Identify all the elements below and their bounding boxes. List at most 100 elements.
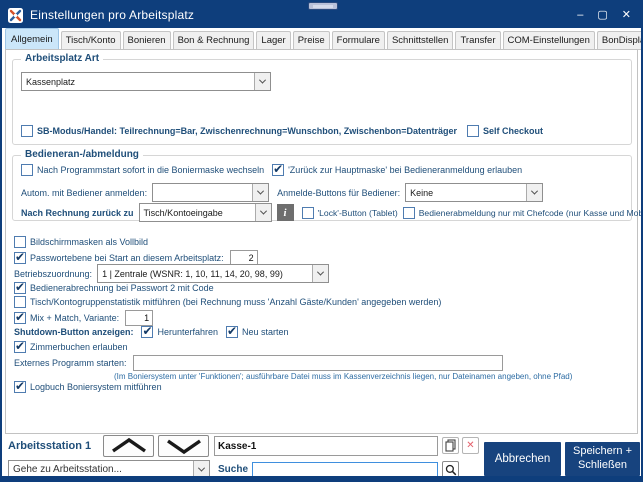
checkbox-box[interactable] (272, 162, 285, 176)
dropdown-value: Tisch/Kontoeingabe (143, 207, 223, 218)
tab-lager[interactable]: Lager (256, 31, 291, 50)
checkbox-herunterfahren[interactable]: Herunterfahren (141, 324, 219, 338)
checkbox-box[interactable] (402, 206, 415, 219)
window-controls: – ▢ ✕ (577, 9, 635, 21)
station-name-input[interactable] (214, 436, 438, 456)
checkbox-sb-modus[interactable]: SB-Modus/Handel: Teilrechnung=Bar, Zwisc… (21, 125, 457, 137)
tab-transfer[interactable]: Transfer (455, 31, 501, 50)
minimize-icon[interactable]: – (577, 9, 583, 21)
dropdown-value: Keine (410, 187, 434, 198)
maximize-icon[interactable]: ▢ (597, 9, 607, 21)
tab-bon-rechnung[interactable]: Bon & Rechnung (172, 31, 255, 50)
tab-bondisplay[interactable]: BonDisplay (596, 31, 641, 50)
delete-x-icon: ✕ (466, 439, 475, 451)
checkbox-label: 'Zurück zur Hauptmaske' bei Bedieneranme… (288, 165, 523, 175)
tabstrip: Allgemein Tisch/Konto Bonieren Bon & Rec… (5, 28, 641, 50)
tab-com-einstellungen[interactable]: COM-Einstellungen (502, 31, 595, 50)
checkbox-box[interactable] (466, 125, 479, 137)
checkbox-neu-starten[interactable]: Neu starten (226, 324, 289, 338)
checkbox-label: Passwortebene bei Start an diesem Arbeit… (30, 253, 224, 263)
checkbox-label: Bedienerabmeldung nur mit Chefcode (nur … (418, 207, 643, 218)
chevron-up-icon (111, 437, 146, 453)
externes-programm-label: Externes Programm starten: (14, 358, 127, 368)
checkbox-box[interactable] (226, 324, 239, 338)
search-button[interactable] (442, 461, 459, 476)
station-down-button[interactable] (158, 435, 209, 457)
checkbox-label: Herunterfahren (157, 327, 219, 337)
checkbox-self-checkout[interactable]: Self Checkout (466, 125, 543, 137)
screen-artifact-pill (308, 2, 338, 10)
anmelde-buttons-label: Anmelde-Buttons für Bediener: (277, 187, 401, 198)
goto-station-dropdown[interactable]: Gehe zu Arbeitsstation... (8, 460, 210, 476)
checkbox-zimmerbuchen[interactable]: Zimmerbuchen erlauben (14, 339, 128, 353)
checkbox-box[interactable] (14, 296, 26, 308)
chevron-down-icon (312, 265, 329, 282)
tab-tisch-konto[interactable]: Tisch/Konto (60, 31, 121, 50)
station-up-button[interactable] (103, 435, 154, 457)
checkbox-zurueck-hauptmaske[interactable]: 'Zurück zur Hauptmaske' bei Bedieneranme… (272, 162, 523, 176)
copy-icon (445, 439, 456, 452)
search-icon (445, 464, 456, 475)
checkbox-box[interactable] (14, 310, 26, 324)
checkbox-box[interactable] (141, 324, 154, 338)
checkbox-box[interactable] (14, 236, 26, 248)
save-close-button[interactable]: Speichern + Schließen (565, 442, 640, 476)
checkbox-chefcode[interactable]: Bedienerabmeldung nur mit Chefcode (nur … (402, 206, 643, 219)
checkbox-bedienerabrechnung[interactable]: Bedienerabrechnung bei Passwort 2 mit Co… (14, 280, 214, 294)
group-title: Bedieneran-/abmeldung (21, 149, 143, 160)
checkbox-box[interactable] (14, 379, 26, 393)
tab-formulare[interactable]: Formulare (331, 31, 385, 50)
search-input[interactable] (252, 462, 438, 476)
tab-content-allgemein: Arbeitsplatz Art Kassenplatz SB-Modus/Ha… (5, 49, 641, 434)
autom-anmelden-dropdown[interactable] (152, 183, 270, 202)
externes-programm-input[interactable] (132, 355, 503, 371)
search-label: Suche (218, 464, 249, 475)
footer-bar: Arbeitsstation 1 ✕ Gehe zu Arbeitsstatio… (2, 434, 641, 476)
chevron-down-icon (526, 184, 543, 201)
arbeitsplatz-art-dropdown[interactable]: Kassenplatz (21, 72, 271, 91)
anmelde-buttons-dropdown[interactable]: Keine (405, 183, 544, 202)
checkbox-label: Bildschirmmasken als Vollbild (30, 237, 149, 247)
checkbox-box[interactable] (14, 250, 26, 264)
chevron-down-icon (254, 204, 271, 221)
tab-bonieren[interactable]: Bonieren (122, 31, 171, 50)
group-title: Arbeitsplatz Art (21, 53, 104, 64)
checkbox-mixmatch[interactable]: Mix + Match, Variante: (14, 310, 119, 324)
checkbox-box[interactable] (14, 339, 26, 353)
chevron-down-icon (166, 439, 201, 455)
checkbox-box[interactable] (21, 125, 33, 137)
checkbox-lock-button[interactable]: 'Lock'-Button (Tablet) (301, 206, 398, 219)
cancel-button[interactable]: Abbrechen (484, 442, 561, 476)
checkbox-box[interactable] (301, 206, 314, 219)
checkbox-box[interactable] (21, 164, 33, 176)
chevron-down-icon (193, 461, 209, 476)
checkbox-bildschirmmasken[interactable]: Bildschirmmasken als Vollbild (14, 236, 148, 248)
tab-schnittstellen[interactable]: Schnittstellen (386, 31, 454, 50)
checkbox-box[interactable] (14, 280, 26, 294)
tab-allgemein[interactable]: Allgemein (5, 28, 59, 50)
betriebszuordnung-dropdown[interactable]: 1 | Zentrale (WSNR: 1, 10, 11, 14, 20, 9… (97, 264, 330, 283)
copy-button[interactable] (442, 437, 459, 454)
checkbox-label: Bedienerabrechnung bei Passwort 2 mit Co… (30, 283, 214, 293)
delete-button[interactable]: ✕ (462, 437, 479, 454)
checkbox-label: Logbuch Boniersystem mitführen (30, 382, 162, 392)
checkbox-label: Neu starten (242, 327, 289, 337)
checkbox-tischstatistik[interactable]: Tisch/Kontogruppenstatistik mitführen (b… (14, 296, 441, 308)
settings-dialog: Einstellungen pro Arbeitsplatz – ▢ ✕ All… (0, 0, 643, 482)
checkbox-nach-programmstart[interactable]: Nach Programmstart sofort in die Bonierm… (21, 164, 264, 176)
checkbox-logbuch[interactable]: Logbuch Boniersystem mitführen (14, 379, 162, 393)
info-button[interactable]: i (276, 204, 294, 221)
app-icon (8, 7, 23, 23)
betriebszuordnung-label: Betriebszuordnung: (14, 268, 93, 279)
chevron-down-icon (254, 73, 270, 90)
checkbox-passwortebene[interactable]: Passwortebene bei Start an diesem Arbeit… (14, 250, 224, 264)
dropdown-value (153, 184, 252, 201)
externes-programm-hint: (Im Boniersystem unter 'Funktionen'; aus… (114, 372, 573, 381)
autom-anmelden-label: Autom. mit Bediener anmelden: (21, 187, 148, 198)
close-icon[interactable]: ✕ (622, 9, 631, 21)
nach-rechnung-label: Nach Rechnung zurück zu (21, 207, 134, 218)
chevron-down-icon (252, 184, 269, 201)
checkbox-label: Nach Programmstart sofort in die Bonierm… (37, 165, 265, 175)
nach-rechnung-dropdown[interactable]: Tisch/Kontoeingabe (138, 203, 272, 222)
tab-preise[interactable]: Preise (292, 31, 330, 50)
